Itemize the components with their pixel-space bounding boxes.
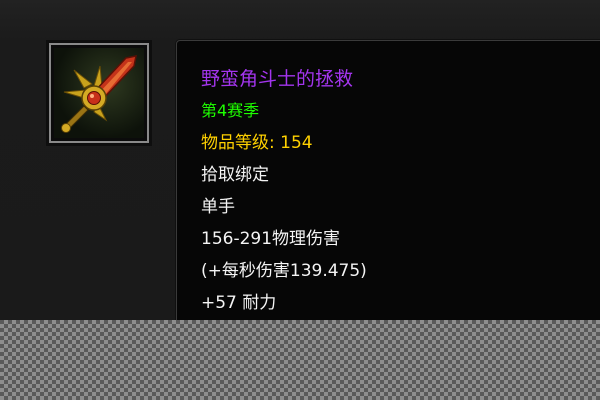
item-name: 野蛮角斗士的拯救: [201, 68, 354, 90]
sword-icon-graphic: [61, 55, 137, 133]
checkered-occlusion: [0, 320, 600, 400]
item-level-row: 物品等级: 154: [201, 132, 313, 154]
item-tooltip: 野蛮角斗士的拯救 第4赛季 物品等级: 154 拾取绑定 单手 156-291物…: [176, 40, 600, 340]
item-level-value: 154: [280, 133, 313, 153]
item-dps: (+每秒伤害139.475): [201, 261, 367, 281]
item-slot: 单手: [201, 197, 235, 217]
sword-icon: [54, 48, 144, 138]
game-scene: 野蛮角斗士的拯救 第4赛季 物品等级: 154 拾取绑定 单手 156-291物…: [0, 0, 600, 400]
item-icon-slot[interactable]: [46, 40, 152, 146]
item-binding: 拾取绑定: [201, 165, 269, 185]
item-damage: 156-291物理伤害: [201, 229, 341, 249]
item-season: 第4赛季: [201, 101, 260, 120]
item-stamina: +57 耐力: [201, 293, 277, 313]
item-level-label: 物品等级:: [201, 133, 281, 153]
